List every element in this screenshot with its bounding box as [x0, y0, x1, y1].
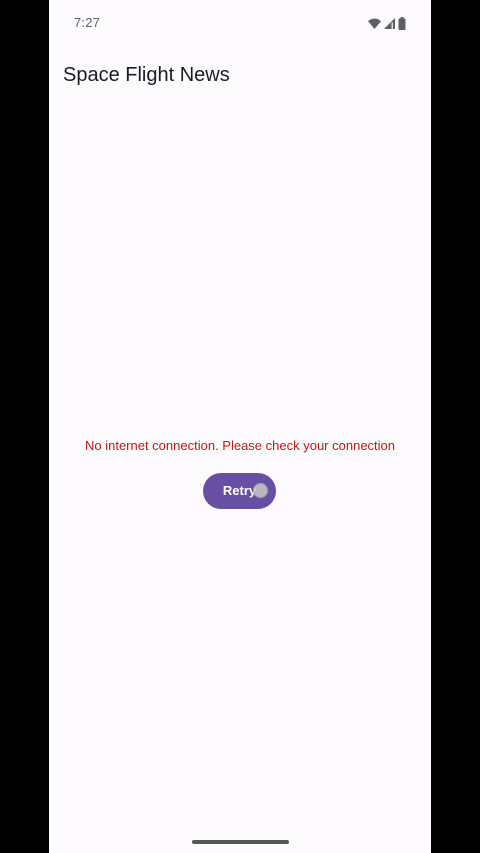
wifi-icon [368, 18, 381, 29]
phone-screen: 7:27 Space Flight News No internet conne… [49, 0, 431, 853]
touch-indicator [253, 483, 268, 498]
app-title: Space Flight News [63, 64, 230, 86]
error-message: No internet connection. Please check you… [84, 438, 396, 453]
status-time: 7:27 [74, 15, 101, 30]
top-app-bar: Space Flight News [49, 46, 431, 106]
signal-icon [384, 17, 395, 29]
gesture-navigation-bar[interactable] [192, 840, 289, 844]
status-icons [368, 16, 406, 30]
main-content: No internet connection. Please check you… [49, 106, 431, 806]
battery-icon [398, 16, 406, 30]
status-bar: 7:27 [49, 0, 431, 46]
